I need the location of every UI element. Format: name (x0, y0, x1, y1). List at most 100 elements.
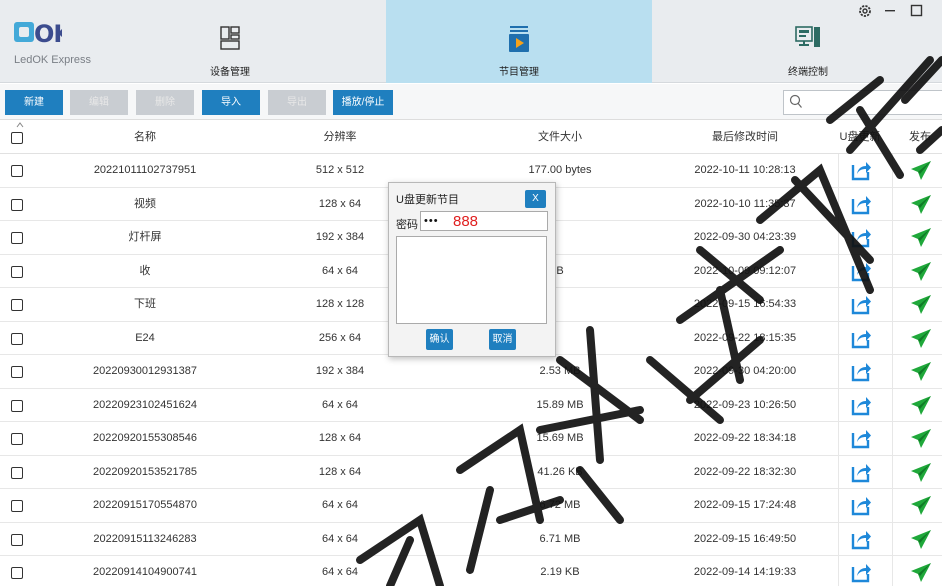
table-row[interactable]: 20220923102451624 64 x 64 15.89 MB 2022-09-… (0, 389, 942, 422)
row-checkbox[interactable] (11, 500, 23, 512)
row-checkbox[interactable] (11, 466, 23, 479)
program-management-icon (509, 26, 529, 52)
usb-update-button[interactable] (850, 394, 872, 419)
tab-program-label: 节目管理 (499, 67, 539, 78)
publish-button[interactable] (910, 528, 932, 553)
tab-terminal-label: 终端控制 (788, 67, 828, 78)
usb-update-button[interactable] (850, 561, 872, 586)
select-all-checkbox[interactable] (11, 132, 23, 144)
row-checkbox[interactable] (11, 399, 23, 412)
dialog-title: U盘更新节目 (396, 194, 459, 206)
usb-update-button[interactable] (850, 193, 872, 218)
row-checkbox[interactable] (11, 198, 23, 211)
publish-button[interactable] (910, 461, 932, 486)
publish-button[interactable] (910, 260, 932, 285)
cell-last-modified: 2022-09-14 14:19:33 (693, 566, 797, 578)
publish-button[interactable] (910, 394, 932, 419)
table-row[interactable]: 20220914104900741 64 x 64 2.19 KB 2022-09-1… (0, 556, 942, 586)
export-button[interactable]: 导出 (268, 90, 326, 115)
row-checkbox[interactable] (11, 265, 23, 278)
cell-file-size: 6.72 MB (539, 499, 581, 511)
cancel-button[interactable]: 取消 (489, 329, 516, 350)
cell-name: 20220915113246283 (93, 532, 197, 545)
cell-file-size: 2.53 MB (539, 365, 581, 377)
row-checkbox[interactable] (11, 232, 23, 244)
app-name: LedOK Express (14, 54, 92, 66)
usb-update-button[interactable] (850, 293, 872, 318)
row-checkbox[interactable] (11, 433, 23, 445)
usb-update-button[interactable] (850, 327, 872, 352)
cell-name: 收 (139, 264, 151, 277)
row-checkbox[interactable] (11, 567, 23, 579)
publish-button[interactable] (910, 360, 932, 385)
sort-up-icon (16, 122, 24, 128)
play-stop-button[interactable]: 播放/停止 (333, 90, 393, 115)
publish-button[interactable] (910, 193, 932, 218)
logo-mark: OK (14, 20, 74, 53)
header-file-size[interactable]: 文件大小 (460, 121, 660, 154)
settings-button[interactable] (858, 4, 872, 23)
cell-file-size: 41.26 KB (537, 465, 583, 478)
publish-button[interactable] (910, 293, 932, 318)
share-export-icon (851, 363, 871, 382)
usb-update-button[interactable] (850, 528, 872, 553)
table-row[interactable]: 20220930012931387 192 x 384 2.53 MB 2022-09… (0, 355, 942, 389)
delete-button[interactable]: 删除 (136, 90, 194, 115)
tab-device-management[interactable]: 设备管理 (170, 0, 290, 83)
table-row[interactable]: 20220920153521785 128 x 64 41.26 KB 2022-09… (0, 456, 942, 489)
table-row[interactable]: 20220920155308546 128 x 64 15.69 MB 2022-09… (0, 422, 942, 456)
cell-file-size: 15.69 MB (536, 432, 584, 444)
device-management-icon (220, 26, 240, 50)
cell-last-modified: 2022-10-10 11:35:37 (694, 197, 796, 210)
send-icon (911, 328, 931, 348)
maximize-button[interactable] (910, 4, 924, 23)
usb-update-button[interactable] (850, 461, 872, 486)
usb-update-button[interactable] (850, 260, 872, 285)
share-export-icon (851, 262, 871, 281)
header-publish: 发布 (909, 131, 931, 143)
tab-terminal-control[interactable]: 终端控制 (748, 0, 868, 83)
send-icon (911, 496, 931, 515)
dialog-close-button[interactable]: X (525, 190, 546, 208)
publish-button[interactable] (910, 427, 932, 452)
publish-button[interactable] (910, 226, 932, 251)
publish-button[interactable] (910, 159, 932, 184)
new-button[interactable]: 新建 (5, 90, 63, 115)
minimize-button[interactable] (884, 2, 896, 21)
row-checkbox[interactable] (11, 366, 23, 378)
import-button[interactable]: 导入 (202, 90, 260, 115)
confirm-button[interactable]: 确认 (426, 329, 453, 350)
cell-file-size: 2.19 KB (540, 566, 580, 578)
share-export-icon (851, 162, 871, 181)
row-checkbox[interactable] (11, 332, 23, 345)
tab-program-management[interactable]: 节目管理 (386, 0, 652, 83)
row-checkbox[interactable] (11, 533, 23, 546)
row-checkbox[interactable] (11, 165, 23, 177)
usb-update-button[interactable] (850, 427, 872, 452)
search-input[interactable] (783, 90, 942, 115)
publish-button[interactable] (910, 494, 932, 519)
table-row[interactable]: 20220915170554870 64 x 64 6.72 MB 2022-09-1… (0, 489, 942, 523)
publish-button[interactable] (910, 327, 932, 352)
cell-last-modified: 2022-09-15 16:49:50 (693, 532, 797, 545)
publish-button[interactable] (910, 561, 932, 586)
password-field[interactable]: ••• (420, 211, 548, 231)
cell-last-modified: 2022-09-23 10:26:50 (693, 398, 797, 411)
header-resolution[interactable]: 分辨率 (260, 121, 420, 154)
header-last-modified[interactable]: 最后修改时间 (650, 121, 840, 154)
cell-resolution: 128 x 64 (318, 432, 362, 444)
header-name[interactable]: 名称 (60, 121, 230, 154)
edit-button[interactable]: 编辑 (70, 90, 128, 115)
usb-update-button[interactable] (850, 494, 872, 519)
table-row[interactable]: 20220915113246283 64 x 64 6.71 MB 2022-09-1… (0, 523, 942, 556)
usb-update-button[interactable] (850, 226, 872, 251)
dialog-message-area[interactable] (396, 236, 547, 324)
usb-update-button[interactable] (850, 159, 872, 184)
share-export-icon (851, 329, 871, 348)
usb-update-button[interactable] (850, 360, 872, 385)
app-logo: OK LedOK Express (14, 20, 91, 66)
share-export-icon (851, 564, 871, 583)
search-icon (789, 94, 802, 108)
row-checkbox[interactable] (11, 299, 23, 311)
cell-resolution: 64 x 64 (321, 532, 359, 545)
